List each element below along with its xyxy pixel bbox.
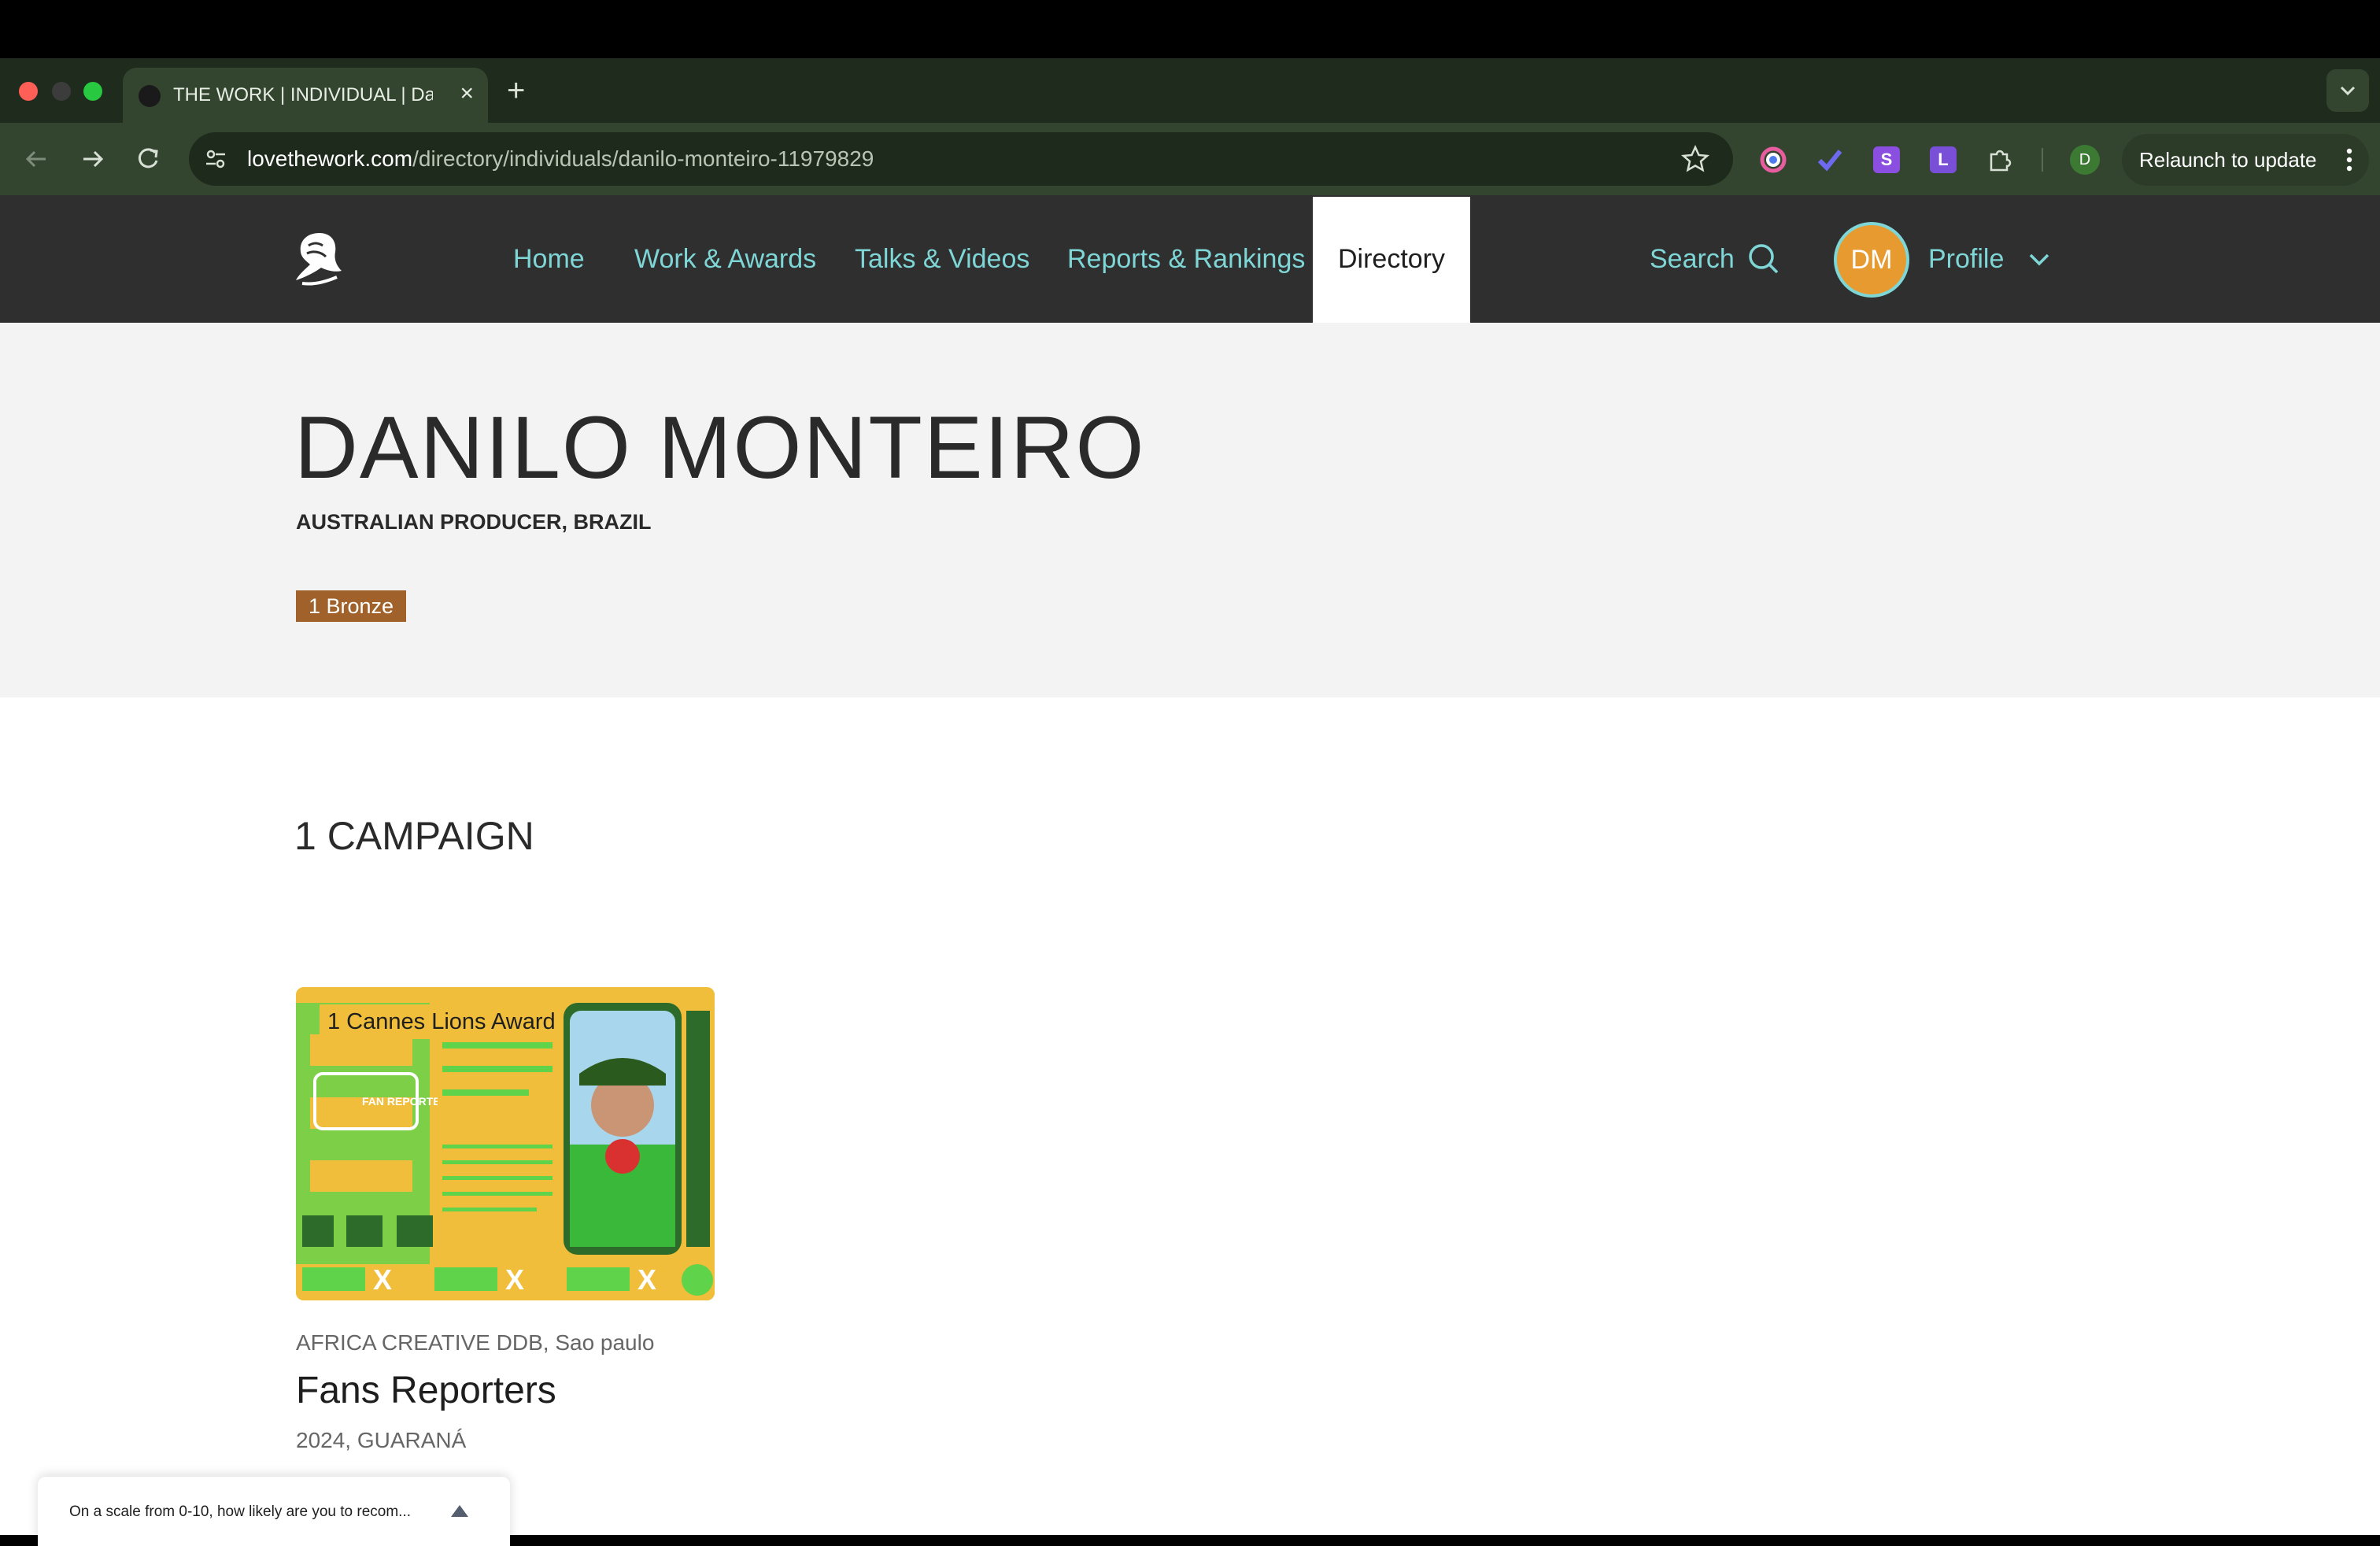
tab-title: THE WORK | INDIVIDUAL | Danilo Monteiro: [173, 84, 433, 105]
page-title: DANILO MONTEIRO: [294, 398, 1146, 497]
url-path: /directory/individuals/danilo-monteiro-1…: [412, 146, 874, 171]
nav-directory-label: Directory: [1337, 244, 1446, 274]
checkmark-icon[interactable]: [1816, 146, 1843, 173]
browser-profile-button[interactable]: D: [2070, 145, 2100, 175]
award-badge[interactable]: 1 Bronze: [296, 590, 407, 622]
nav-reports-rankings[interactable]: Reports & Rankings: [1067, 242, 1305, 276]
nav-talks-videos[interactable]: Talks & Videos: [855, 242, 1029, 276]
campaign-count-heading: 1 CAMPAIGN: [294, 814, 534, 858]
minimize-window-button[interactable]: [52, 82, 71, 101]
tab-search-button[interactable]: [2326, 69, 2369, 112]
svg-text:X: X: [505, 1263, 524, 1296]
relaunch-button[interactable]: Relaunch to update: [2122, 134, 2369, 186]
lion-favicon-icon: [139, 85, 161, 107]
profile-menu[interactable]: Profile: [1928, 242, 2004, 276]
campaign-title[interactable]: Fans Reporters: [296, 1368, 556, 1414]
toolbar-divider: [2042, 148, 2043, 172]
chevron-down-icon[interactable]: [2027, 250, 2051, 268]
color-circle-icon[interactable]: [1760, 146, 1787, 173]
nav-work-awards[interactable]: Work & Awards: [634, 242, 816, 276]
survey-widget[interactable]: On a scale from 0-10, how likely are you…: [38, 1477, 510, 1546]
expand-triangle-icon[interactable]: [449, 1502, 471, 1519]
nav-directory[interactable]: Directory: [1313, 197, 1470, 323]
new-tab-button[interactable]: +: [507, 71, 525, 110]
browser-tab-active[interactable]: THE WORK | INDIVIDUAL | Danilo Monteiro …: [123, 68, 488, 123]
url-text[interactable]: lovethework.com/directory/individuals/da…: [247, 145, 874, 173]
campaign-award-label: 1 Cannes Lions Award: [320, 1004, 564, 1039]
search-icon[interactable]: [1746, 241, 1782, 277]
cannes-lions-logo-icon[interactable]: [291, 228, 348, 290]
person-role: AUSTRALIAN PRODUCER, BRAZIL: [296, 510, 652, 534]
puzzle-icon[interactable]: [1986, 146, 2013, 173]
nav-home[interactable]: Home: [513, 242, 585, 276]
chevron-down-icon: [2340, 86, 2356, 96]
search-link[interactable]: Search: [1650, 242, 1735, 276]
svg-text:X: X: [373, 1263, 392, 1296]
campaign-agency[interactable]: AFRICA CREATIVE DDB, Sao paulo: [296, 1329, 654, 1357]
survey-question: On a scale from 0-10, how likely are you…: [69, 1503, 412, 1520]
url-host: lovethework.com: [247, 146, 413, 171]
campaign-meta: 2024, GUARANÁ: [296, 1428, 467, 1452]
bookmark-star-icon[interactable]: [1680, 143, 1711, 175]
close-window-button[interactable]: [19, 82, 38, 101]
site-settings-icon[interactable]: [203, 146, 228, 172]
maximize-window-button[interactable]: [83, 82, 102, 101]
back-arrow-icon[interactable]: [19, 142, 54, 176]
l-extension-icon[interactable]: L: [1930, 146, 1957, 173]
svg-text:X: X: [638, 1263, 656, 1296]
screen-top-bar: [0, 0, 2380, 58]
tab-close-icon[interactable]: ×: [460, 80, 474, 107]
forward-arrow-icon[interactable]: [76, 142, 110, 176]
s-extension-icon[interactable]: S: [1873, 146, 1900, 173]
relaunch-label: Relaunch to update: [2139, 148, 2317, 172]
avatar[interactable]: DM: [1834, 222, 1909, 298]
reload-icon[interactable]: [131, 142, 165, 176]
address-bar[interactable]: lovethework.com/directory/individuals/da…: [189, 132, 1733, 186]
screen-bottom-bar: [510, 1535, 2380, 1546]
more-vertical-icon: [2346, 148, 2352, 172]
